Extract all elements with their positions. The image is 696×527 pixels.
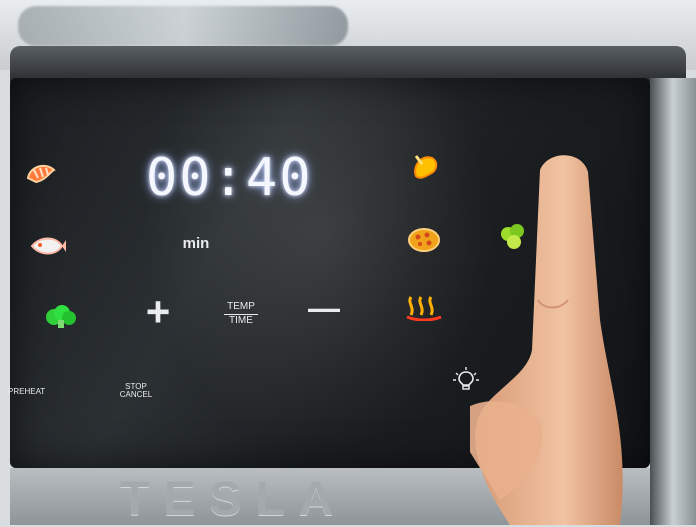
unit-label: min [182,235,210,252]
broccoli-icon[interactable] [42,303,80,331]
temp-time-button[interactable]: TEMP TIME [220,301,262,326]
appliance-side [650,78,696,525]
chicken-leg-icon[interactable] [406,150,444,184]
preheat-button[interactable]: PREHEAT [8,387,48,396]
cancel-label: CANCEL [119,390,153,400]
hand [470,155,623,525]
shrimp-icon[interactable] [22,158,60,188]
pizza-icon[interactable] [406,226,442,254]
time-label: TIME [229,314,253,326]
panel-reflection [130,78,510,468]
fish-icon[interactable] [28,234,68,258]
temp-label: TEMP [227,301,255,312]
appliance-rim [10,46,686,82]
heat-waves-icon[interactable] [404,292,444,322]
minus-button[interactable]: — [304,291,344,326]
time-display: 00:40 [146,148,313,208]
stop-cancel-button[interactable]: STOP CANCEL [118,382,154,400]
background-object [18,6,348,46]
plus-button[interactable]: + [140,289,176,334]
brand-logo: TESLA [120,473,348,526]
